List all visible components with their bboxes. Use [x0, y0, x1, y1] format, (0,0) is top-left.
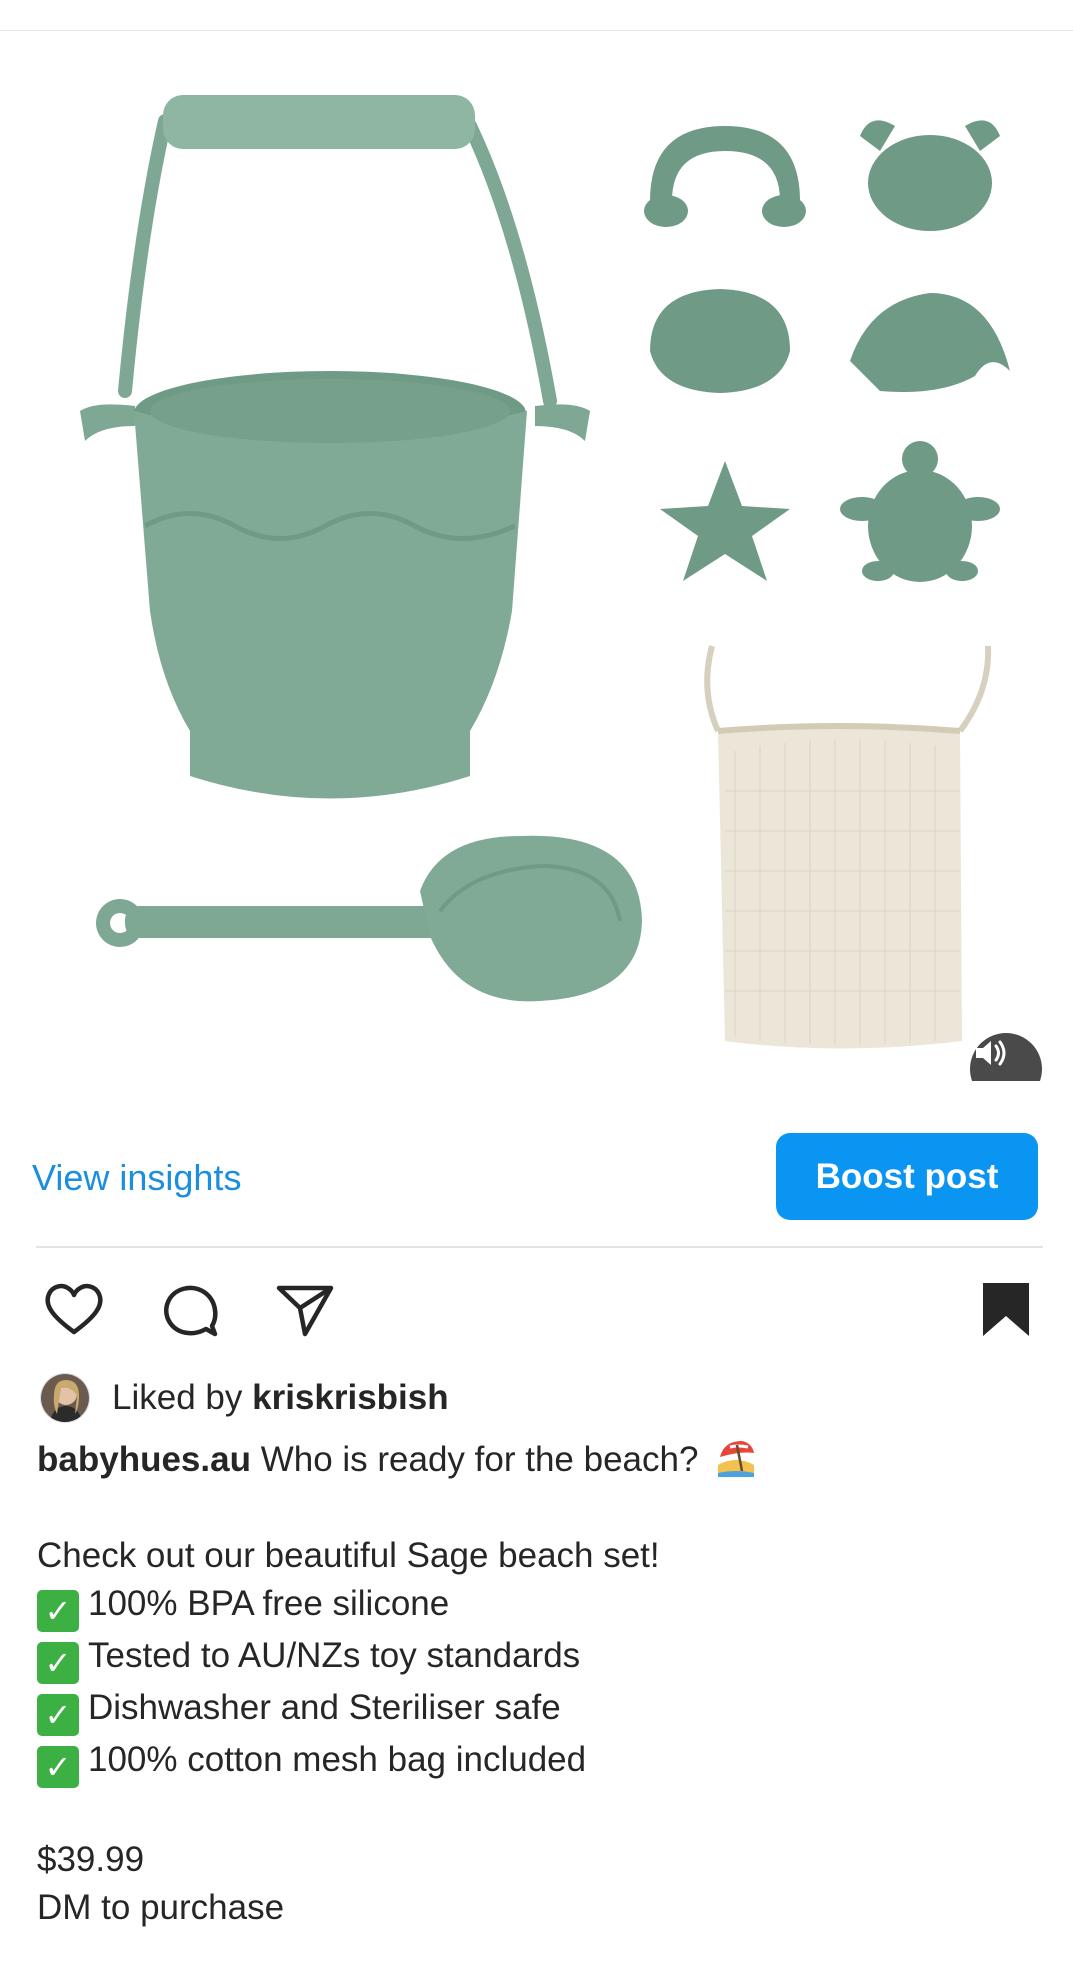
caption-feature: ✓ Dishwasher and Steriliser safe — [37, 1684, 1047, 1736]
view-insights-link[interactable]: View insights — [32, 1157, 241, 1199]
avatar[interactable] — [40, 1373, 90, 1423]
caption-first-line: babyhues.au Who is ready for the beach? — [37, 1435, 1047, 1484]
bookmark-icon[interactable] — [974, 1278, 1038, 1342]
send-icon[interactable] — [273, 1278, 337, 1342]
post-media[interactable] — [0, 31, 1073, 1081]
liked-by-text: Liked by kriskrisbish — [112, 1378, 449, 1418]
caption-feature: ✓ Tested to AU/NZs toy standards — [37, 1632, 1047, 1684]
caption-feature-text: Dishwasher and Steriliser safe — [88, 1688, 561, 1727]
post-caption: babyhues.au Who is ready for the beach? … — [37, 1435, 1047, 1932]
caption-text: Who is ready for the beach? — [260, 1440, 699, 1479]
boost-post-button[interactable]: Boost post — [776, 1133, 1038, 1220]
speaker-mute-icon — [976, 1040, 1006, 1066]
caption-price: $39.99 — [37, 1840, 145, 1879]
liked-by-username[interactable]: kriskrisbish — [252, 1378, 449, 1417]
heart-icon[interactable] — [42, 1278, 106, 1342]
caption-feature-text: 100% BPA free silicone — [88, 1584, 450, 1623]
caption-feature-text: Tested to AU/NZs toy standards — [88, 1636, 581, 1675]
check-icon: ✓ — [37, 1746, 79, 1788]
caption-feature-text: 100% cotton mesh bag included — [88, 1740, 587, 1779]
liked-by-row[interactable]: Liked by kriskrisbish — [40, 1372, 449, 1424]
action-bar — [0, 1270, 1073, 1346]
beach-umbrella-icon — [718, 1441, 755, 1477]
check-icon: ✓ — [37, 1590, 79, 1632]
caption-feature: ✓ 100% cotton mesh bag included — [37, 1736, 1047, 1788]
caption-cta: DM to purchase — [37, 1888, 285, 1927]
caption-intro: Check out our beautiful Sage beach set! — [37, 1536, 660, 1575]
caption-feature: ✓ 100% BPA free silicone — [37, 1580, 1047, 1632]
comment-icon[interactable] — [158, 1278, 222, 1342]
check-icon: ✓ — [37, 1642, 79, 1684]
check-icon: ✓ — [37, 1694, 79, 1736]
caption-username[interactable]: babyhues.au — [37, 1440, 251, 1479]
insights-row: View insights Boost post — [0, 1130, 1073, 1220]
divider — [36, 1246, 1043, 1248]
liked-by-prefix: Liked by — [112, 1378, 243, 1417]
product-image — [80, 95, 1010, 1049]
